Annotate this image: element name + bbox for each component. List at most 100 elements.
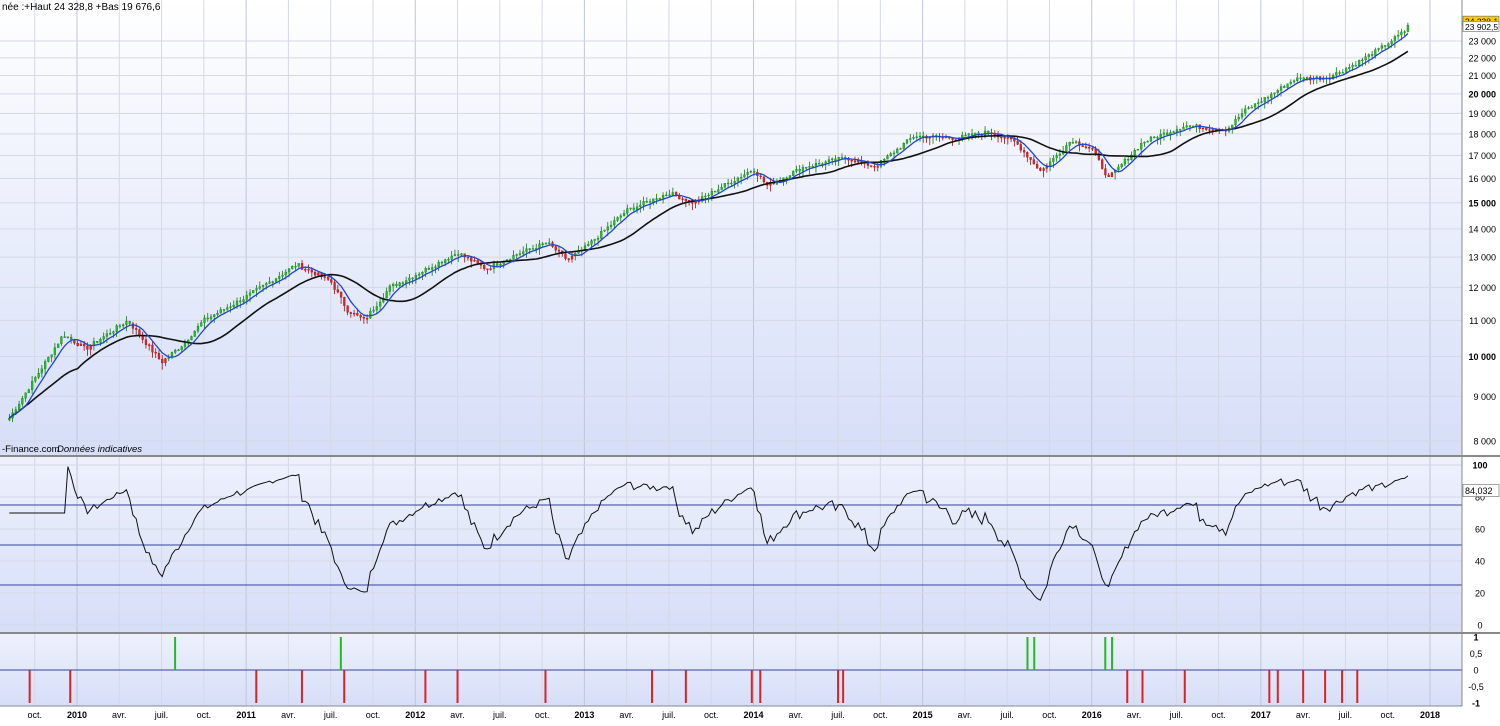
candle-body (1351, 65, 1354, 68)
candle-body (834, 158, 837, 161)
candle-body (1022, 150, 1026, 153)
x-tick-label: avr. (958, 710, 973, 720)
x-tick-label: juil. (1338, 710, 1353, 720)
candle-body (102, 336, 105, 340)
candle-body (548, 242, 551, 244)
candle-body (905, 139, 909, 144)
candle-body (118, 325, 122, 327)
candle-body (200, 322, 203, 327)
candle-body (1367, 54, 1370, 57)
rsi-tick-label: 20 (1475, 589, 1485, 599)
chart-canvas[interactable]: 8 000 9 000 10 000 11 000 12 000 13 000 14 000… (0, 0, 1500, 721)
candle-body (909, 138, 912, 140)
candle-body (1000, 136, 1003, 139)
last-price-label: 23 902,5 (1465, 22, 1498, 32)
candle-body (1364, 56, 1367, 61)
candle-body (128, 320, 131, 324)
candle-body (1029, 157, 1032, 160)
x-tick-label: 2011 (236, 710, 256, 720)
candle-body (964, 134, 967, 137)
candle-body (395, 284, 398, 287)
candle-body (440, 261, 444, 264)
rsi-tick-label: 40 (1475, 557, 1485, 567)
candle-body (1263, 97, 1266, 102)
stock-chart[interactable]: 8 000 9 000 10 000 11 000 12 000 13 000 14 000… (0, 0, 1500, 721)
candle-body (713, 190, 717, 193)
candle-body (1058, 153, 1062, 156)
candle-body (743, 174, 746, 178)
candle-body (190, 336, 193, 341)
candle-body (333, 282, 336, 290)
candle-body (375, 306, 378, 311)
candle-body (870, 165, 873, 167)
price-tick-label: 21 000 (1468, 71, 1496, 81)
candle-body (912, 137, 915, 139)
candle-body (1286, 83, 1289, 88)
candle-body (1107, 174, 1110, 178)
candle-body (1091, 147, 1094, 150)
candle-body (1179, 129, 1182, 131)
candle-body (1357, 60, 1361, 66)
candle-body (613, 220, 616, 226)
candle-body (1335, 72, 1338, 76)
candle-body (405, 280, 408, 284)
candle-body (297, 263, 300, 267)
candle-body (304, 269, 307, 271)
candle-body (252, 290, 255, 294)
candle-body (889, 153, 892, 156)
candle-body (226, 307, 229, 310)
x-tick-label: avr. (789, 710, 804, 720)
candle-body (424, 268, 427, 273)
candle-body (1075, 141, 1078, 144)
x-tick-label: 2017 (1251, 710, 1271, 720)
x-tick-label: oct. (704, 710, 719, 720)
candle-body (431, 267, 434, 270)
x-tick-label: juil. (999, 710, 1014, 720)
candle-body (710, 190, 713, 196)
x-tick-label: avr. (1296, 710, 1311, 720)
panel-divider (0, 455, 1500, 457)
candle-body (512, 255, 515, 260)
rsi-tick-label: 100 (1472, 461, 1487, 471)
x-tick-label: juil. (323, 710, 338, 720)
candle-body (473, 260, 476, 262)
x-tick-label: oct. (1380, 710, 1395, 720)
x-tick-label: oct. (366, 710, 381, 720)
x-tick-label: avr. (619, 710, 634, 720)
candle-body (349, 312, 352, 314)
candle-body (265, 283, 268, 286)
candle-body (1234, 118, 1237, 126)
candle-body (798, 169, 801, 172)
candle-body (34, 377, 37, 382)
candle-body (79, 343, 83, 347)
candle-body (1380, 45, 1383, 49)
candle-body (326, 276, 330, 280)
candle-body (723, 183, 727, 188)
candle-body (294, 266, 297, 268)
candle-body (622, 212, 626, 216)
candle-body (27, 389, 30, 394)
candle-body (661, 195, 665, 199)
candle-body (447, 259, 450, 261)
candle-body (457, 254, 460, 256)
candle-body (896, 148, 899, 154)
price-tick-label: 19 000 (1468, 109, 1496, 119)
candle-body (1084, 146, 1088, 149)
candle-body (216, 312, 219, 315)
candle-body (105, 333, 109, 337)
candle-body (873, 166, 876, 168)
candle-body (21, 398, 24, 405)
candle-body (736, 177, 740, 182)
candle-body (707, 194, 710, 197)
candle-body (1123, 159, 1127, 165)
candle-body (684, 198, 687, 202)
candle-body (30, 380, 34, 390)
candle-body (876, 166, 879, 168)
candle-body (148, 344, 151, 346)
candle-body (418, 274, 421, 276)
candle-body (291, 266, 294, 269)
candle-body (515, 254, 518, 256)
candle-body (1344, 68, 1348, 73)
x-tick-label: juil. (1169, 710, 1184, 720)
x-tick-label: juil. (661, 710, 676, 720)
